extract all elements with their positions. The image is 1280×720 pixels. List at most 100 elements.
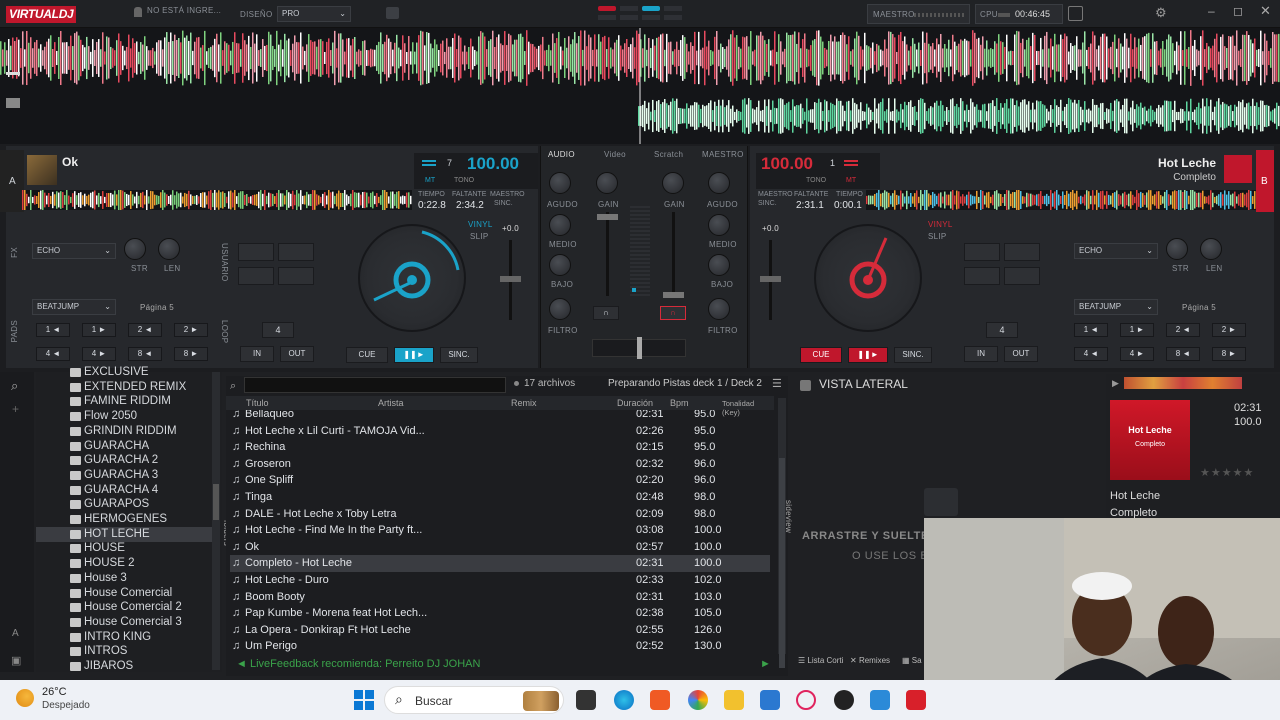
loop-in-button[interactable]: IN — [964, 346, 998, 362]
pad-button[interactable]: 4 ► — [82, 347, 116, 361]
eq-high-knob-a[interactable] — [549, 172, 571, 194]
pitch-slider[interactable] — [500, 240, 521, 320]
jog-wheel-a[interactable] — [358, 224, 466, 332]
table-row[interactable]: ♫ Pap Kumbe - Morena feat Hot Lech... 02:3… — [230, 605, 770, 622]
pad-button[interactable]: 4 ◄ — [36, 347, 70, 361]
slip-button[interactable]: SLIP — [928, 232, 947, 241]
user-button[interactable] — [238, 267, 274, 285]
folder-item[interactable]: GUARACHA 4 — [84, 484, 158, 496]
col-bpm[interactable]: Bpm — [670, 398, 689, 408]
pad-button[interactable]: 4 ◄ — [1074, 347, 1108, 361]
sampler-icon[interactable]: ▣ — [11, 654, 21, 667]
fx-len-knob[interactable] — [158, 238, 180, 260]
eq-mid-knob-a[interactable] — [549, 214, 571, 236]
col-title[interactable]: Título — [246, 398, 269, 408]
pad-button[interactable]: 8 ► — [1212, 347, 1246, 361]
play-preview-icon[interactable]: ▶ — [1112, 378, 1122, 388]
design-select[interactable]: PRO ⌄ — [277, 6, 351, 22]
table-row[interactable]: ♫ Tinga 02:48 98.0 — [230, 489, 770, 506]
folder-item[interactable]: FAMINE RIDDIM — [84, 395, 171, 407]
user-button[interactable] — [238, 243, 274, 261]
pad-button[interactable]: 1 ► — [1120, 323, 1154, 337]
tab-video[interactable]: Video — [604, 150, 626, 159]
copilot-icon[interactable] — [688, 690, 708, 710]
sideview-tab-sampler[interactable]: ▦ Sa — [902, 656, 922, 665]
pad-button[interactable]: 2 ► — [174, 323, 208, 337]
pads-mode-select[interactable]: BEATJUMP ⌄ — [1074, 299, 1158, 315]
folder-item[interactable]: GUARACHA 3 — [84, 469, 158, 481]
jog-wheel-b[interactable] — [814, 224, 922, 332]
table-row[interactable]: ♫ Hot Leche x Lil Curti - TAMOJA Vid... 02… — [230, 423, 770, 440]
eq-low-knob-a[interactable] — [549, 254, 571, 276]
loop-size[interactable]: 4 — [986, 322, 1018, 338]
pad-button[interactable]: 1 ◄ — [1074, 323, 1108, 337]
opera-icon[interactable] — [796, 690, 816, 710]
waveform-overview[interactable] — [0, 28, 1280, 144]
folder-item[interactable]: HOUSE — [84, 542, 125, 554]
store-icon[interactable] — [760, 690, 780, 710]
gain-knob-b[interactable] — [662, 172, 684, 194]
bpm-display[interactable]: 100.00 — [467, 154, 519, 174]
mt-button[interactable]: MT — [846, 177, 856, 184]
table-row[interactable]: ♫ Ok 02:57 100.0 — [230, 539, 770, 556]
pad-button[interactable]: 2 ◄ — [1166, 323, 1200, 337]
gain-knob-a[interactable] — [596, 172, 618, 194]
folder-item[interactable]: EXCLUSIVE — [84, 366, 149, 378]
maximize-icon[interactable]: ◻ — [1233, 4, 1243, 18]
virtualdj-task-icon[interactable] — [834, 690, 854, 710]
play-next-icon[interactable]: ► — [760, 658, 771, 670]
cue-button[interactable]: CUE — [346, 347, 388, 363]
fx-len-knob[interactable] — [1200, 238, 1222, 260]
pad-button[interactable]: 8 ► — [174, 347, 208, 361]
close-icon[interactable]: ✕ — [1260, 3, 1271, 19]
table-row[interactable]: ♫ La Opera - Donkirap Ft Hot Leche 02:55 12… — [230, 622, 770, 639]
sideview-tab-remixes[interactable]: ✕ Remixes — [850, 656, 890, 665]
gear-icon[interactable]: ⚙ — [1155, 5, 1167, 21]
fx-str-knob[interactable] — [1166, 238, 1188, 260]
pitch-slider[interactable] — [760, 240, 781, 320]
layout-switch[interactable] — [598, 6, 684, 22]
loop-out-button[interactable]: OUT — [280, 346, 314, 362]
folder-item[interactable]: EXTENDED REMIX — [84, 381, 186, 393]
folder-item[interactable]: House 3 — [84, 572, 127, 584]
headphone-a-icon[interactable]: ∩ — [593, 306, 619, 320]
folder-item[interactable]: House Comercial 3 — [84, 616, 182, 628]
table-row[interactable]: ♫ DALE - Hot Leche x Toby Letra 02:09 98.0 — [230, 506, 770, 523]
folder-item[interactable]: HOT LECHE — [84, 528, 150, 540]
table-row[interactable]: ♫ Bellaqueo 02:31 95.0 — [230, 410, 770, 423]
play-button[interactable]: ❚❚► — [848, 347, 888, 363]
table-row[interactable]: ♫ Rechina 02:15 95.0 — [230, 439, 770, 456]
task-view-icon[interactable] — [576, 690, 596, 710]
fx-select[interactable]: ECHO ⌄ — [1074, 243, 1158, 259]
table-row[interactable]: ♫ Boom Booty 02:31 103.0 — [230, 589, 770, 606]
tab-scratch[interactable]: Scratch — [654, 150, 683, 159]
deck-a-waveform[interactable] — [22, 190, 412, 210]
cue-button[interactable]: CUE — [800, 347, 842, 363]
pad-button[interactable]: 1 ◄ — [36, 323, 70, 337]
tab-audio[interactable]: AUDIO — [548, 150, 575, 159]
tab-master[interactable]: MAESTRO — [702, 150, 744, 159]
fx-select[interactable]: ECHO ⌄ — [32, 243, 116, 259]
user-button[interactable] — [964, 267, 1000, 285]
folder-scrollbar[interactable] — [212, 372, 220, 670]
sideview-tab-list[interactable]: ☰ Lista Corti — [798, 656, 843, 665]
user-button[interactable] — [278, 243, 314, 261]
table-row[interactable]: ♫ One Spliff 02:20 96.0 — [230, 472, 770, 489]
windows-start-icon[interactable] — [354, 690, 374, 710]
col-artist[interactable]: Artista — [378, 398, 404, 408]
slip-button[interactable]: SLIP — [470, 232, 489, 241]
eq-low-knob-b[interactable] — [708, 254, 730, 276]
fx-str-knob[interactable] — [124, 238, 146, 260]
folder-item[interactable]: HERMOGENES — [84, 513, 167, 525]
record-icon[interactable] — [386, 7, 399, 19]
folder-item[interactable]: GRINDIN RIDDIM — [84, 425, 177, 437]
user-button[interactable] — [964, 243, 1000, 261]
user-button[interactable] — [1004, 243, 1040, 261]
eq-mid-knob-b[interactable] — [708, 214, 730, 236]
file-explorer-icon[interactable] — [724, 690, 744, 710]
col-duration[interactable]: Duración — [617, 398, 653, 408]
loop-size[interactable]: 4 — [262, 322, 294, 338]
folder-item[interactable]: GUARAPOS — [84, 498, 149, 510]
mt-button[interactable]: MT — [425, 177, 435, 184]
pad-button[interactable]: 8 ◄ — [128, 347, 162, 361]
